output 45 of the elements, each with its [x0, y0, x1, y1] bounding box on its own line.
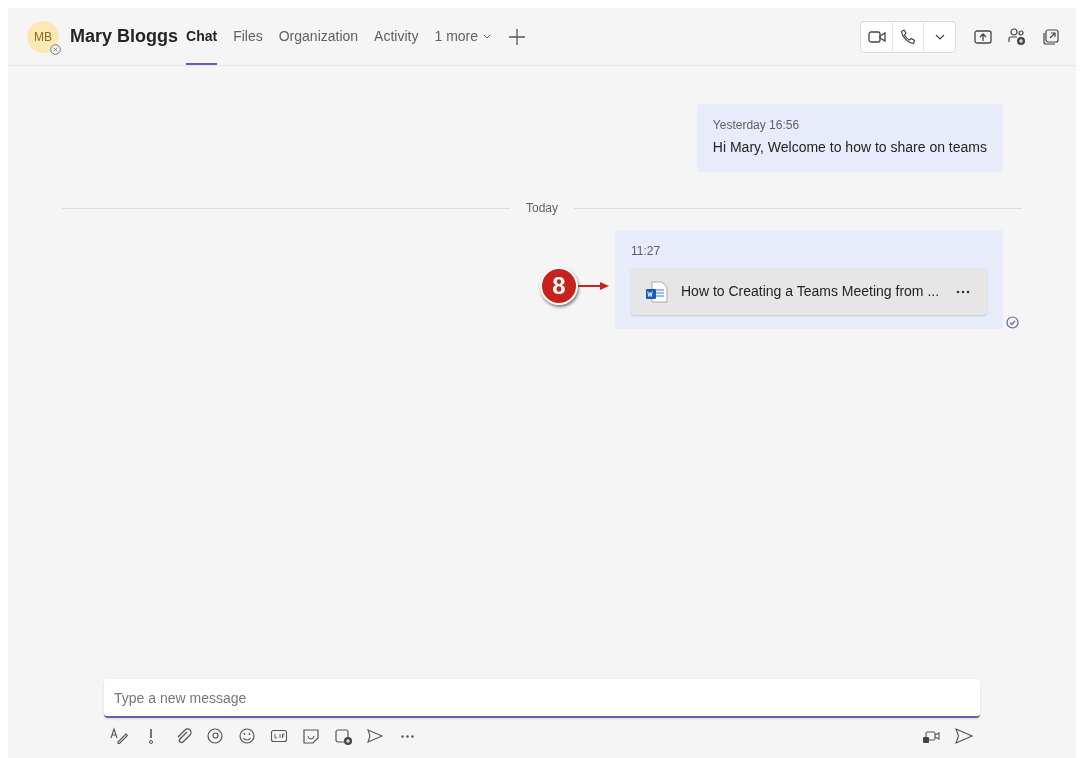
- message-input-field[interactable]: Type a new message: [104, 679, 980, 718]
- emoji-button[interactable]: [238, 727, 256, 745]
- calendar-add-icon: [334, 727, 352, 745]
- pop-out-icon: [1043, 28, 1059, 45]
- sticker-icon: [302, 727, 320, 745]
- exclamation-icon: [148, 727, 154, 745]
- send-button[interactable]: [954, 726, 974, 746]
- add-people-button[interactable]: [1006, 25, 1028, 48]
- tab[interactable]: Activity: [374, 8, 419, 65]
- more-icon: [956, 289, 970, 294]
- message-time: Yesterday 16:56: [712, 117, 801, 134]
- avatar-initials: MB: [34, 28, 52, 46]
- add-tab-button[interactable]: [507, 26, 528, 47]
- sticker-button[interactable]: [302, 727, 320, 745]
- contact-name: Mary Bloggs: [70, 25, 179, 48]
- gif-button[interactable]: [270, 727, 288, 745]
- status-icon: [50, 43, 61, 55]
- plus-icon: [508, 27, 527, 46]
- calendar-add-button[interactable]: [334, 727, 352, 745]
- date-divider-label: Today: [525, 200, 559, 217]
- file-name: How to Creating a Teams Meeting from ...: [681, 282, 941, 301]
- upload-screen-icon: [974, 29, 992, 44]
- video-camera-icon: [867, 29, 886, 44]
- word-document-icon: [645, 279, 669, 304]
- step-number-badge: 8: [540, 267, 578, 305]
- send-outline-button[interactable]: [366, 727, 384, 745]
- tab[interactable]: 1 more: [434, 8, 492, 65]
- tab[interactable]: Organization: [278, 8, 359, 65]
- send-icon: [955, 727, 973, 745]
- format-icon: [110, 727, 128, 745]
- format-button[interactable]: [110, 727, 128, 745]
- send-outline-icon: [366, 727, 384, 745]
- message-text: Hi Mary, Welcome to how to share on teams: [712, 138, 987, 157]
- more-icon: [400, 734, 414, 738]
- file-card[interactable]: How to Creating a Teams Meeting from ...: [631, 268, 987, 315]
- add-people-icon: [1008, 27, 1026, 46]
- gif-icon: [270, 727, 288, 745]
- arrow-icon: [578, 281, 610, 291]
- phone-icon: [900, 28, 916, 45]
- message-time: 11:27: [631, 243, 662, 260]
- chevron-down-icon: [934, 33, 945, 40]
- chevron-down-icon: [483, 34, 492, 39]
- tab[interactable]: Files: [233, 8, 263, 65]
- tab[interactable]: Chat: [186, 8, 218, 65]
- emoji-icon: [238, 727, 256, 745]
